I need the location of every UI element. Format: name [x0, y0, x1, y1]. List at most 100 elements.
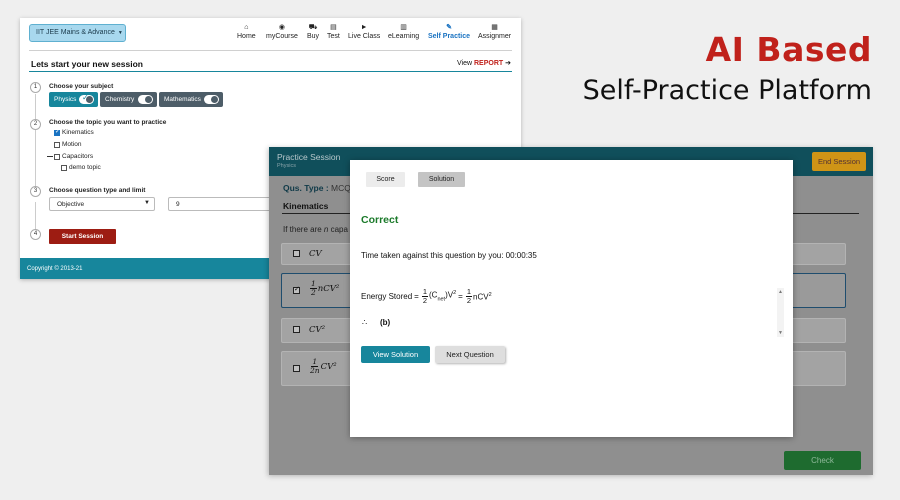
scroll-down-icon[interactable]: ▼ — [778, 330, 783, 336]
step-number: 4 — [30, 229, 41, 240]
scrollbar[interactable]: ▲ ▼ — [777, 288, 784, 337]
question-text: If there are n capa — [283, 225, 348, 234]
question-type-select[interactable]: Objective ▼ — [49, 197, 155, 211]
nav-live-class[interactable]: ► Live Class — [348, 23, 380, 40]
subject-label: Mathematics — [164, 96, 201, 103]
assignment-icon: ▦ — [491, 24, 498, 31]
caret-down-icon: ▼ — [117, 30, 123, 36]
option-text: CV — [309, 249, 322, 259]
nav-test[interactable]: ▤ Test — [327, 23, 340, 40]
nav-buy[interactable]: ⛟ Buy — [307, 23, 319, 40]
answer-value: (b) — [380, 318, 391, 327]
checkbox[interactable] — [61, 164, 67, 171]
divider — [29, 71, 512, 72]
toggle-on: ✓ — [79, 93, 94, 104]
topic-label: Capacitors — [62, 153, 94, 160]
nav-label: Buy — [307, 33, 320, 40]
energy-label: Energy Stored — [361, 292, 413, 301]
option-text: nCV² — [317, 283, 340, 294]
subject-chemistry[interactable]: Chemistry — [100, 92, 157, 107]
end-session-button[interactable]: End Session — [812, 152, 866, 171]
fraction: 1 2n — [310, 357, 320, 375]
qtype-label: Qus. Type : — [283, 183, 329, 193]
nav-elearning[interactable]: ▥ eLearning — [388, 23, 419, 40]
nav-assignment[interactable]: ▦ Assignmer — [478, 23, 511, 40]
qtype-value: MCQ — [331, 183, 351, 193]
nav-home[interactable]: ⌂ Home — [237, 23, 256, 40]
course-selector-label: IIT JEE Mains & Advance — [36, 29, 115, 36]
question-limit-select[interactable]: 9 — [168, 197, 278, 211]
option-checkbox-checked[interactable] — [293, 285, 300, 294]
question-text-end: capa — [330, 225, 348, 234]
copyright-text: Copyright © 2013-21 — [27, 266, 83, 272]
practice-subject: Physics — [277, 163, 296, 169]
toggle-knob — [145, 96, 152, 103]
test-icon: ▤ — [330, 24, 337, 31]
step-label: Choose your subject — [49, 83, 114, 90]
topic-motion[interactable]: Motion — [54, 141, 82, 148]
edit-icon: ✎ — [446, 24, 452, 31]
toggle-knob — [211, 96, 218, 103]
option-checkbox[interactable] — [293, 365, 300, 372]
checkbox[interactable] — [54, 141, 60, 148]
nav-label: Home — [237, 33, 256, 40]
step-number: 3 — [30, 186, 41, 197]
question-text-start: If there are — [283, 225, 322, 234]
nav-self-practice[interactable]: ✎ Self Practice — [428, 23, 470, 40]
question-var: n — [323, 225, 329, 234]
divider — [29, 50, 512, 51]
solution-content: Energy Stored = 12 (Cnet)V2 = 12 nCV2 ∴ … — [359, 287, 783, 336]
checkbox[interactable] — [54, 153, 60, 160]
view-solution-button[interactable]: View Solution — [361, 346, 430, 363]
elearning-icon: ▥ — [400, 24, 407, 31]
session-title: Lets start your new session — [31, 59, 143, 69]
nav-mycourse[interactable]: ◉ myCourse — [266, 23, 298, 40]
report-text: REPORT — [474, 60, 504, 67]
check-button[interactable]: Check — [784, 451, 861, 470]
step-connector — [35, 202, 36, 232]
cart-icon: ⛟ — [308, 24, 318, 31]
subject-mathematics[interactable]: Mathematics — [159, 92, 223, 107]
collapse-icon[interactable] — [47, 156, 53, 157]
nav-label: Test — [327, 33, 340, 40]
play-icon: ► — [360, 24, 368, 31]
step-label: Choose question type and limit — [49, 187, 146, 194]
fraction: 12 — [421, 287, 428, 305]
option-text: CV² — [320, 361, 337, 372]
time-taken-text: Time taken against this question by you:… — [361, 251, 537, 260]
home-icon: ⌂ — [244, 24, 249, 31]
next-question-button[interactable]: Next Question — [435, 346, 505, 363]
toggle-knob — [86, 96, 93, 103]
checkbox-checked[interactable] — [54, 128, 60, 136]
scroll-up-icon[interactable]: ▲ — [778, 289, 783, 295]
step-number: 2 — [30, 119, 41, 130]
topic-capacitors[interactable]: Capacitors — [47, 153, 93, 160]
toggle-off — [138, 95, 153, 104]
energy-equation: Energy Stored = 12 (Cnet)V2 = 12 nCV2 — [361, 287, 492, 305]
select-value: Objective — [57, 201, 85, 208]
tab-solution[interactable]: Solution — [418, 172, 465, 187]
course-selector[interactable]: IIT JEE Mains & Advance ▼ — [29, 24, 126, 42]
question-type: Qus. Type : MCQ — [283, 183, 351, 193]
tab-score[interactable]: Score — [366, 172, 405, 187]
option-checkbox[interactable] — [293, 326, 300, 333]
step-label: Choose the topic you want to practice — [49, 119, 167, 126]
step-number: 1 — [30, 82, 41, 93]
subject-physics[interactable]: Physics ✓ — [49, 92, 98, 107]
fraction: 12 — [465, 287, 472, 305]
course-icon: ◉ — [278, 24, 285, 31]
view-text: View — [457, 60, 473, 67]
arrow-right-icon: ➔ — [505, 60, 511, 67]
topic-demo[interactable]: demo topic — [61, 164, 101, 171]
topic-kinematics[interactable]: Kinematics — [54, 128, 94, 136]
solution-modal: Score Solution Correct Time taken agains… — [350, 160, 793, 437]
headline-title: AI Based — [705, 30, 872, 69]
headline: AI Based Self-Practice Platform — [583, 30, 872, 106]
view-report-link[interactable]: View REPORT ➔ — [457, 59, 511, 67]
topic-label: Kinematics — [62, 129, 94, 136]
question-topic: Kinematics — [283, 201, 329, 211]
nav-label: Live Class — [348, 33, 381, 40]
start-session-button[interactable]: Start Session — [49, 229, 116, 244]
topic-label: demo topic — [69, 164, 101, 171]
option-checkbox[interactable] — [293, 250, 300, 257]
